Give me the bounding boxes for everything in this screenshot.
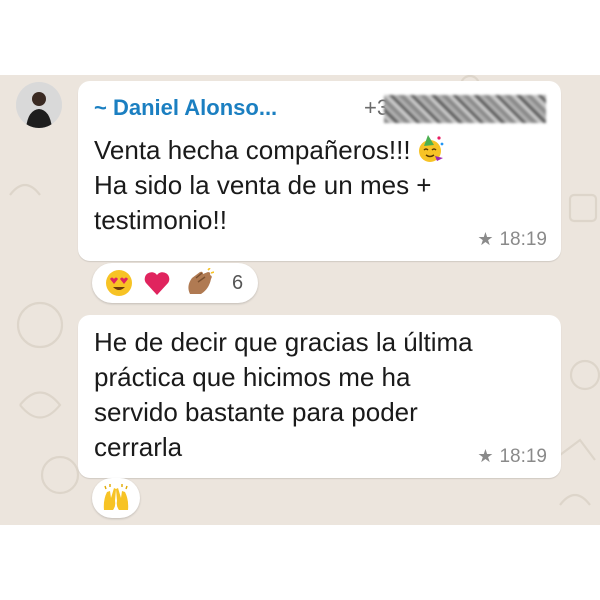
message-line: Ha sido la venta de un mes + xyxy=(94,170,432,200)
sender-row: ~ Daniel Alonso... +3 xyxy=(94,93,549,123)
raising-hands-icon xyxy=(103,484,129,510)
message-meta: ★ 18:19 xyxy=(477,228,547,251)
avatar[interactable] xyxy=(16,82,62,128)
message-text: He de decir que gracias la última prácti… xyxy=(94,325,545,465)
message-meta: ★ 18:19 xyxy=(477,445,547,468)
star-icon: ★ xyxy=(477,446,494,466)
message-line: cerrarla xyxy=(94,432,183,462)
message-time: 18:19 xyxy=(499,446,547,467)
message-time: 18:19 xyxy=(499,229,547,250)
message-bubble[interactable]: He de decir que gracias la última prácti… xyxy=(78,315,561,478)
message-line: práctica que hicimos me ha xyxy=(94,362,411,392)
phone-redaction xyxy=(384,95,546,123)
message-line: He de decir que gracias la última xyxy=(94,327,473,357)
message-line: testimonio!! xyxy=(94,205,227,235)
message-line: servido bastante para poder xyxy=(94,397,418,427)
message-text: Venta hecha compañeros!!! Ha sido la ven… xyxy=(94,133,545,238)
heart-eyes-face-icon xyxy=(106,270,132,296)
partying-face-icon xyxy=(418,135,443,162)
star-icon: ★ xyxy=(477,229,494,249)
clapping-hands-icon xyxy=(188,268,214,294)
reactions-bar[interactable]: 6 xyxy=(92,263,258,303)
message-bubble[interactable]: ~ Daniel Alonso... +3 Venta hecha compañ… xyxy=(78,81,561,261)
person-icon xyxy=(16,82,62,128)
red-heart-icon xyxy=(144,272,170,295)
reaction-count: 6 xyxy=(232,272,244,294)
sender-name[interactable]: ~ Daniel Alonso... xyxy=(94,93,277,123)
reactions-bar[interactable] xyxy=(92,478,140,518)
message-line: Venta hecha compañeros!!! xyxy=(94,135,411,165)
